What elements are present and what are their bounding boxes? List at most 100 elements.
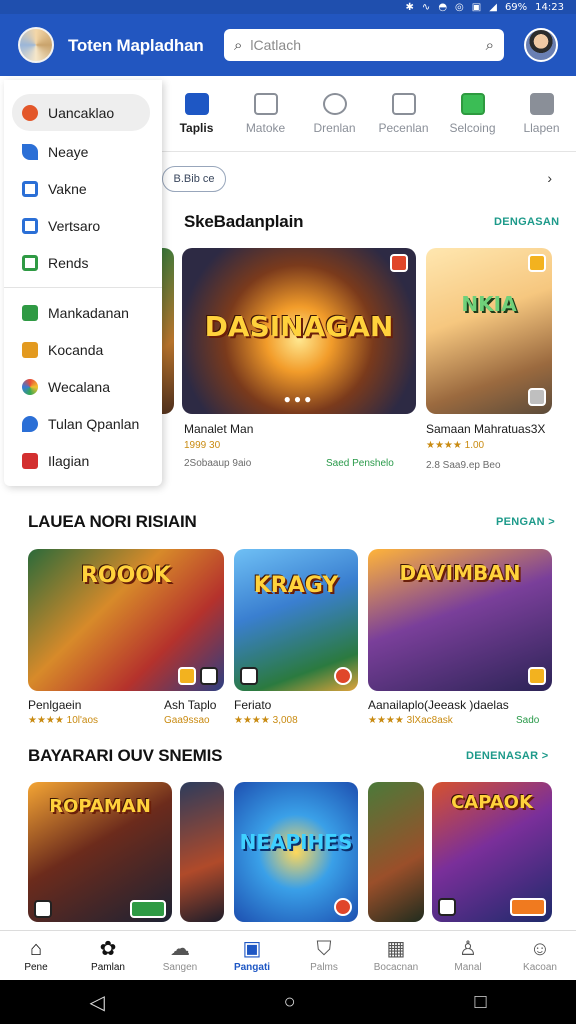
bell-icon: ✿ <box>99 938 117 960</box>
game-art-title: NKIA <box>461 292 517 316</box>
game-rating: ★★★★ 10l'aos <box>28 715 99 726</box>
game-card[interactable]: NEAPIHES <box>234 782 358 922</box>
game-title: Feriato <box>234 698 272 712</box>
nav-item-home[interactable]: ⌂ Pene <box>6 938 66 973</box>
nav-item-pamlan[interactable]: ✿ Pamlan <box>78 938 138 973</box>
nav-label: Manal <box>454 962 482 973</box>
drawer-divider <box>4 287 162 288</box>
recents-icon[interactable]: □ <box>474 991 486 1014</box>
bottom-nav: ⌂ Pene ✿ Pamlan ☁ Sangen ▣ Pangati ⛉ Pal… <box>0 930 576 980</box>
game-title: Penlgaein <box>28 698 82 712</box>
game-card[interactable]: ROOOK <box>28 549 224 691</box>
section-more-link[interactable]: DENENASAR > <box>466 750 548 762</box>
shield-icon: ⛉ <box>316 938 332 960</box>
drawer-item-label: Kocanda <box>48 341 104 358</box>
game-art-title: ROOOK <box>80 563 172 588</box>
drawer-item-rends[interactable]: Rends <box>4 244 162 281</box>
nav-item-pangati[interactable]: ▣ Pangati <box>222 938 282 973</box>
chevron-right-icon[interactable]: › <box>547 170 552 186</box>
system-nav-bar: ◁ ○ □ <box>0 980 576 1024</box>
tab-matoke[interactable]: Matoke <box>232 92 300 135</box>
category-tabs: Taplis Matoke Drenlan Pecenlan Selcoing … <box>162 76 576 152</box>
game-card[interactable]: DAVIMBAN <box>368 549 552 691</box>
game-meta: 2Sobaaup 9aio <box>184 458 252 469</box>
tab-selcoing[interactable]: Selcoing <box>439 92 507 135</box>
game-tag: Sado <box>516 715 540 726</box>
game-badge <box>200 667 218 685</box>
drawer-item-label: Tulan Qpanlan <box>48 415 140 432</box>
game-card[interactable] <box>368 782 424 922</box>
drawer-item-wecalana[interactable]: Wecalana <box>4 368 162 405</box>
nav-label: Pangati <box>233 962 271 973</box>
battery-level: 69% <box>504 1 528 13</box>
drawer-item-mankadanan[interactable]: Mankadanan <box>4 294 162 331</box>
home-circle-icon[interactable]: ○ <box>284 991 296 1014</box>
tab-label: Taplis <box>179 120 214 135</box>
drawer-item-tulan-qpanlan[interactable]: Tulan Qpanlan <box>4 405 162 442</box>
carousel-dots[interactable]: ●●● <box>182 392 416 406</box>
tab-drenlan[interactable]: Drenlan <box>301 92 369 135</box>
game-art-title: CAPAOK <box>451 792 533 813</box>
tab-llapen[interactable]: Llapen <box>508 92 576 135</box>
game-art-title: DASINAGAN <box>204 310 394 343</box>
account-icon: ☺ <box>529 938 551 960</box>
drawer-item-label: Mankadanan <box>48 304 129 321</box>
game-rating: ★★★★ 3lXac8ask <box>368 715 453 726</box>
drawer-item-kocanda[interactable]: Kocanda <box>4 331 162 368</box>
game-art-title: ROPAMAN <box>49 796 151 817</box>
bookmark-icon <box>22 254 38 271</box>
nav-item-manal[interactable]: ♙ Manal <box>438 938 498 973</box>
avatar[interactable] <box>524 28 558 62</box>
image-icon: ▣ <box>471 1 482 13</box>
game-title: Manalet Man <box>184 422 254 436</box>
game-badge <box>130 900 166 918</box>
monitor-icon <box>391 92 416 115</box>
chrome-icon <box>22 378 38 395</box>
search-submit-icon[interactable]: ⌕ <box>486 37 494 54</box>
game-title: Aanailaplo(Jeeask )daelas <box>368 698 509 712</box>
tab-label: Pecenlan <box>378 120 429 135</box>
nav-item-kacoan[interactable]: ☺ Kacoan <box>510 938 570 973</box>
person-icon: ♙ <box>459 938 477 960</box>
card-icon <box>184 92 209 115</box>
game-title: Samaan Mahratuas3X <box>426 422 546 436</box>
nav-item-palms[interactable]: ⛉ Palms <box>294 938 354 973</box>
drawer-item-vakne[interactable]: Vakne <box>4 170 162 207</box>
game-badge <box>528 667 546 685</box>
home-icon <box>22 104 38 121</box>
game-badge <box>528 254 546 272</box>
drawer-item-vertsaro[interactable]: Vertsaro <box>4 207 162 244</box>
nav-item-bocacnan[interactable]: ▦ Bocacnan <box>366 938 426 973</box>
search-input[interactable]: lCatlach <box>250 37 485 53</box>
section-title: SkeBadanplain <box>184 212 304 231</box>
game-badge <box>510 898 546 916</box>
tab-pecenlan[interactable]: Pecenlan <box>370 92 438 135</box>
nav-item-sangen[interactable]: ☁ Sangen <box>150 938 210 973</box>
featured-game-card[interactable]: DASINAGAN ●●● <box>182 248 416 414</box>
cloud-icon: ☁ <box>170 938 190 960</box>
back-icon[interactable]: ◁ <box>89 990 104 1015</box>
section-more-link[interactable]: PENGAN > <box>496 516 555 528</box>
game-card[interactable]: CAPAOK <box>432 782 552 922</box>
game-card[interactable]: NKIA <box>426 248 552 414</box>
game-card[interactable] <box>180 782 224 922</box>
drawer-item-ilagian[interactable]: Ilagian <box>4 442 162 479</box>
game-card[interactable]: ROPAMAN <box>28 782 172 922</box>
tab-taplis[interactable]: Taplis <box>163 92 231 135</box>
drawer-item-label: Neaye <box>48 143 89 160</box>
section-more-link[interactable]: DENGASAN <box>494 216 559 228</box>
app-logo[interactable] <box>18 27 54 63</box>
phone-icon <box>22 143 38 160</box>
drawer-item-uancaklao[interactable]: Uancaklao <box>12 94 150 131</box>
window-icon <box>22 180 38 197</box>
game-art-title: KRAGY <box>253 573 339 598</box>
drawer-item-neaye[interactable]: Neaye <box>4 133 162 170</box>
nav-label: Kacoan <box>523 962 557 973</box>
filter-chip[interactable]: B.Bib ce <box>162 166 226 192</box>
game-card[interactable]: KRAGY <box>234 549 358 691</box>
app-bar: Toten Mapladhan ⌕ lCatlach ⌕ <box>0 14 576 76</box>
tab-label: Drenlan <box>313 120 356 135</box>
search-bar[interactable]: ⌕ lCatlach ⌕ <box>224 29 504 61</box>
calendar-icon: ▦ <box>386 938 406 960</box>
tab-label: Matoke <box>245 120 286 135</box>
